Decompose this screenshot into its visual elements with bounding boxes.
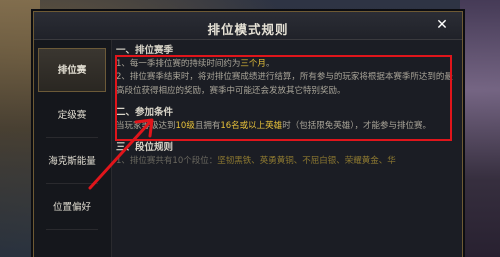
close-icon[interactable]: ✕	[434, 17, 450, 33]
tab-ranked[interactable]: 排位赛	[38, 48, 106, 92]
annotation-arrow-icon	[88, 118, 154, 190]
dialog-title: 排位模式规则	[207, 22, 289, 37]
background-art-right	[460, 0, 500, 257]
dialog-header: 排位模式规则 ✕	[34, 12, 462, 40]
